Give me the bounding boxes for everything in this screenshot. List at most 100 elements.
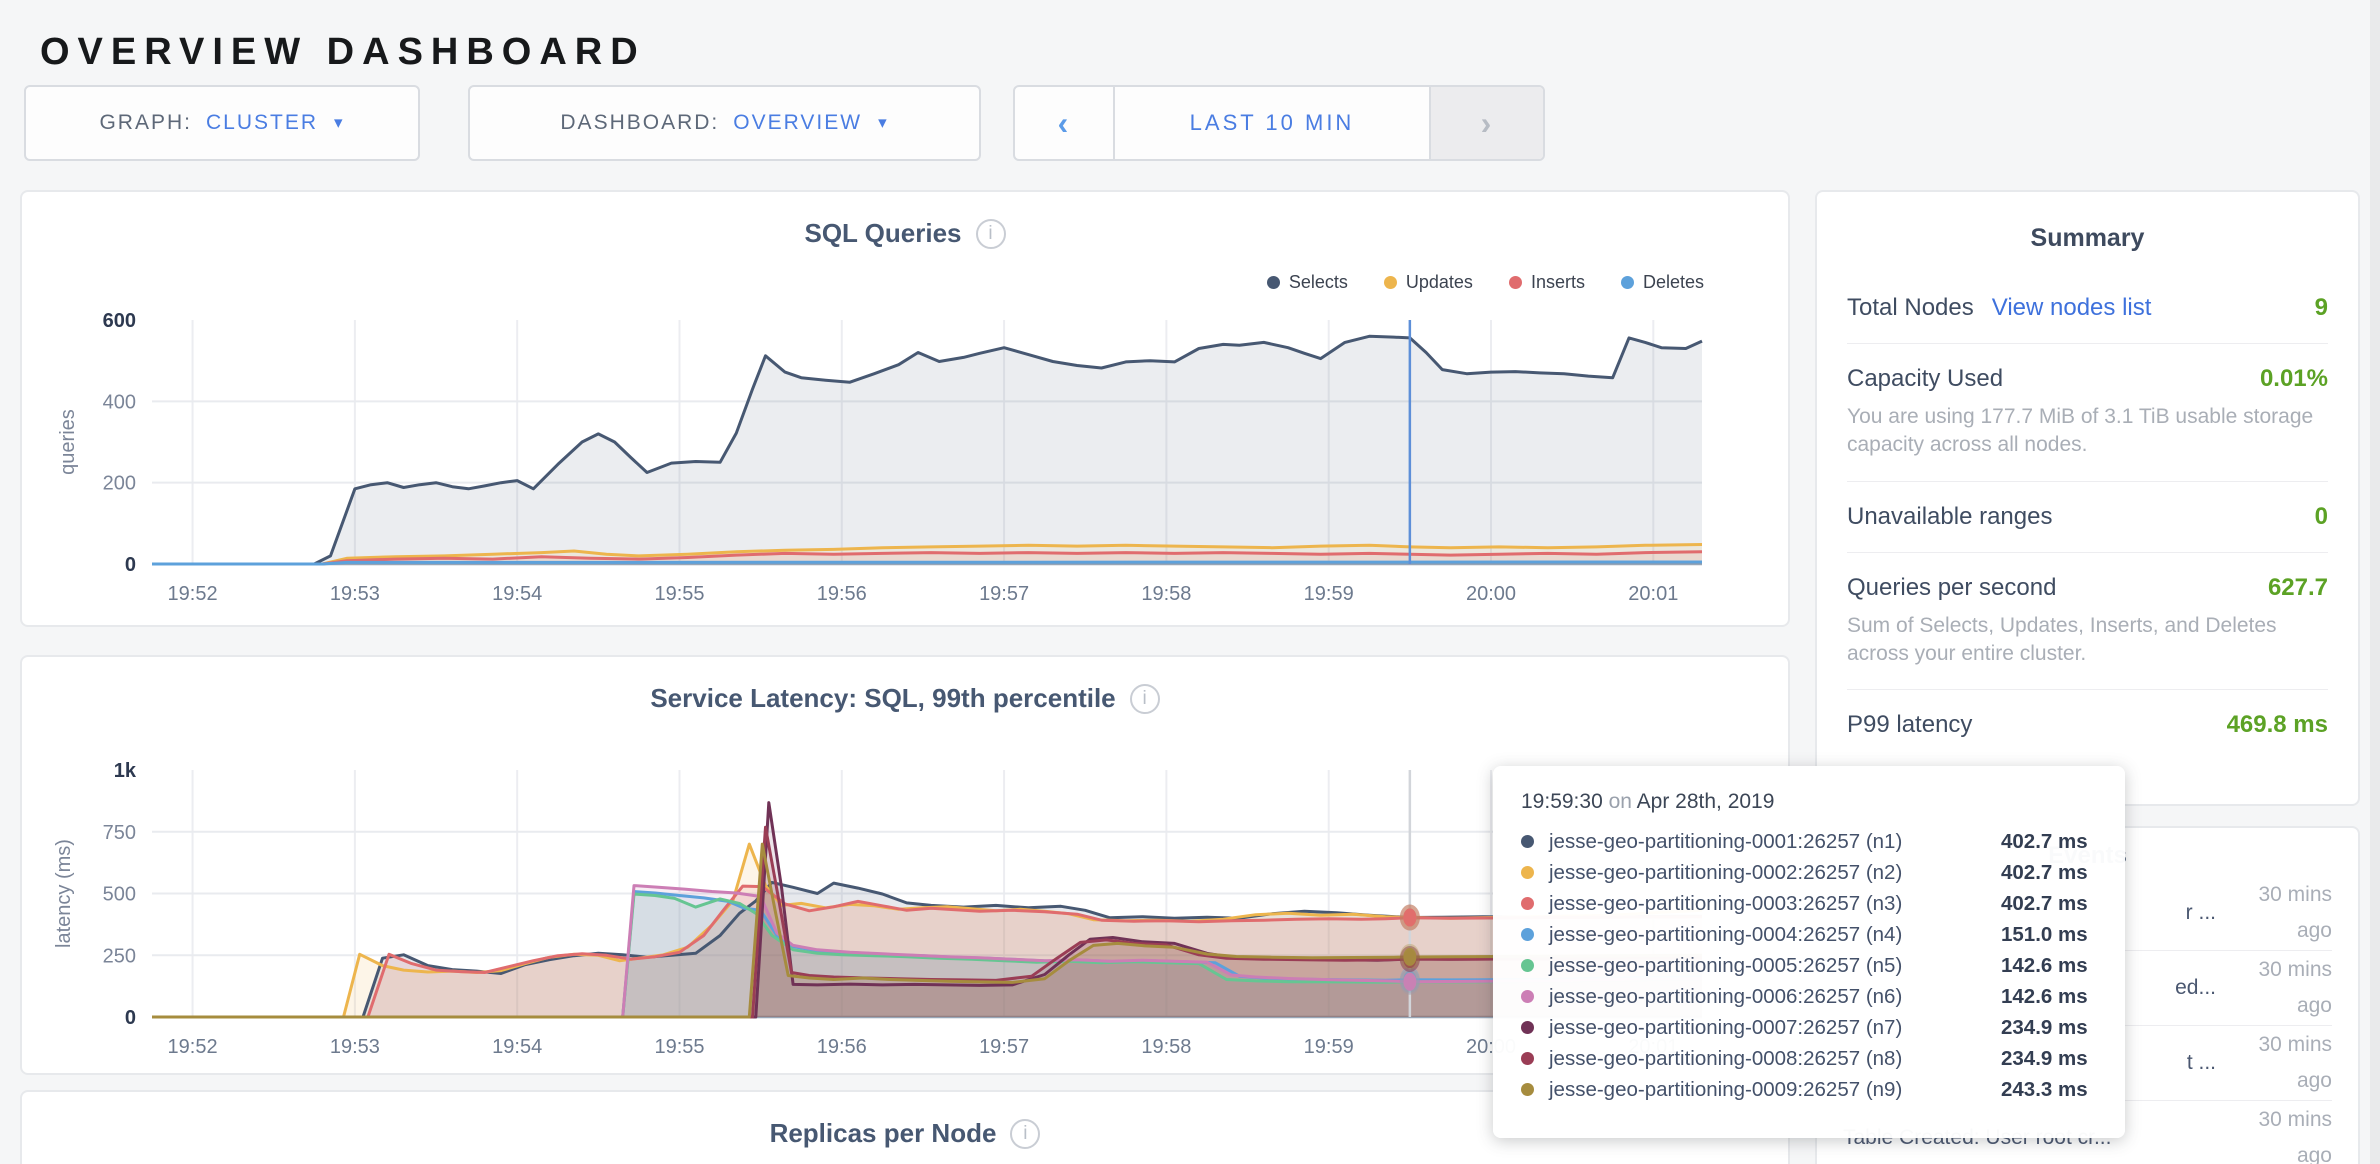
tooltip-node-name: jesse-geo-partitioning-0007:26257 (n7) xyxy=(1549,1016,2001,1040)
sql-queries-panel: SQL Queries i SelectsUpdatesInsertsDelet… xyxy=(20,190,1790,627)
x-tick-label: 19:54 xyxy=(492,583,542,605)
time-range-value[interactable]: LAST 10 MIN xyxy=(1115,87,1429,159)
tooltip-node-value: 234.9 ms xyxy=(2001,1047,2088,1071)
x-tick-label: 19:52 xyxy=(168,583,218,605)
summary-row: Unavailable ranges 0 xyxy=(1847,481,2328,552)
y-tick-label: 250 xyxy=(103,945,136,967)
dashboard-dropdown-label: DASHBOARD: xyxy=(560,111,719,135)
summary-value: 0 xyxy=(2315,503,2328,531)
summary-subtitle: Sum of Selects, Updates, Inserts, and De… xyxy=(1847,612,2328,669)
tooltip-node-value: 402.7 ms xyxy=(2001,830,2088,854)
node-color-dot-icon xyxy=(1521,1021,1534,1034)
tooltip-row: jesse-geo-partitioning-0007:26257 (n7)23… xyxy=(1521,1012,2097,1043)
node-color-dot-icon xyxy=(1521,990,1534,1003)
summary-label: P99 latency xyxy=(1847,711,1972,739)
chevron-right-icon: › xyxy=(1481,105,1494,142)
view-nodes-list-link[interactable]: View nodes list xyxy=(1992,294,2152,322)
x-tick-label: 19:59 xyxy=(1304,583,1354,605)
crosshair-dot xyxy=(1403,909,1416,927)
graph-dropdown-label: GRAPH: xyxy=(99,111,192,135)
y-tick-label: 0 xyxy=(125,1007,136,1029)
tooltip-row: jesse-geo-partitioning-0005:26257 (n5)14… xyxy=(1521,950,2097,981)
x-tick-label: 19:58 xyxy=(1141,583,1191,605)
summary-label: Total Nodes xyxy=(1847,294,1974,322)
tooltip-node-value: 234.9 ms xyxy=(2001,1016,2088,1040)
graph-dropdown[interactable]: GRAPH: CLUSTER ▾ xyxy=(24,85,420,161)
crosshair-dot xyxy=(1403,948,1416,966)
x-tick-label: 20:01 xyxy=(1628,583,1678,605)
x-tick-label: 20:00 xyxy=(1466,583,1516,605)
node-color-dot-icon xyxy=(1521,866,1534,879)
x-tick-label: 19:57 xyxy=(979,583,1029,605)
x-tick-label: 19:56 xyxy=(817,1036,867,1058)
y-tick-label: 600 xyxy=(103,310,136,332)
tooltip-node-name: jesse-geo-partitioning-0005:26257 (n5) xyxy=(1549,954,2001,978)
summary-label: Unavailable ranges xyxy=(1847,503,2052,531)
graph-dropdown-value: CLUSTER xyxy=(206,111,318,135)
chevron-left-icon: ‹ xyxy=(1058,105,1071,142)
tooltip-row: jesse-geo-partitioning-0001:26257 (n1)40… xyxy=(1521,826,2097,857)
summary-row-head: P99 latency 469.8 ms xyxy=(1847,711,2328,739)
summary-subtitle: You are using 177.7 MiB of 3.1 TiB usabl… xyxy=(1847,403,2328,460)
summary-row: P99 latency 469.8 ms xyxy=(1847,689,2328,760)
page-scrollbar[interactable] xyxy=(2370,0,2380,1164)
y-axis-label: latency (ms) xyxy=(53,839,75,948)
info-icon[interactable]: i xyxy=(1010,1119,1040,1149)
tooltip-node-value: 243.3 ms xyxy=(2001,1078,2088,1102)
summary-value: 0.01% xyxy=(2260,365,2328,393)
x-tick-label: 19:56 xyxy=(817,583,867,605)
chevron-down-icon: ▾ xyxy=(334,113,345,133)
node-color-dot-icon xyxy=(1521,959,1534,972)
tooltip-node-name: jesse-geo-partitioning-0001:26257 (n1) xyxy=(1549,830,2001,854)
replicas-per-node-title: Replicas per Node xyxy=(770,1118,997,1149)
x-tick-label: 19:55 xyxy=(654,583,704,605)
y-tick-label: 750 xyxy=(103,822,136,844)
node-color-dot-icon xyxy=(1521,897,1534,910)
summary-row: Capacity Used 0.01% You are using 177.7 Mi… xyxy=(1847,343,2328,481)
tooltip-node-value: 151.0 ms xyxy=(2001,923,2088,947)
x-tick-label: 19:54 xyxy=(492,1036,542,1058)
summary-panel: Summary Total Nodes View nodes list 9 Capac… xyxy=(1815,190,2360,806)
x-tick-label: 19:53 xyxy=(330,583,380,605)
x-tick-label: 19:55 xyxy=(654,1036,704,1058)
tooltip-node-name: jesse-geo-partitioning-0008:26257 (n8) xyxy=(1549,1047,2001,1071)
summary-row: Total Nodes View nodes list 9 xyxy=(1847,273,2328,343)
event-timestamp: 30 mins ago xyxy=(2226,1102,2332,1164)
y-axis-label: queries xyxy=(57,409,79,475)
summary-row: Queries per second627.7Sum of Selects, U… xyxy=(1847,552,2328,690)
x-tick-label: 19:52 xyxy=(168,1036,218,1058)
node-color-dot-icon xyxy=(1521,928,1534,941)
tooltip-node-value: 142.6 ms xyxy=(2001,985,2088,1009)
summary-label: Capacity Used xyxy=(1847,365,2003,393)
event-timestamp: 30 mins ago xyxy=(2226,1027,2332,1099)
event-timestamp: 30 mins ago xyxy=(2226,952,2332,1024)
tooltip-row: jesse-geo-partitioning-0004:26257 (n4)15… xyxy=(1521,919,2097,950)
time-range-next-button-disabled[interactable]: › xyxy=(1429,87,1543,159)
node-color-dot-icon xyxy=(1521,835,1534,848)
summary-title: Summary xyxy=(1847,192,2328,273)
chevron-down-icon: ▾ xyxy=(878,113,889,133)
tooltip-node-name: jesse-geo-partitioning-0002:26257 (n2) xyxy=(1549,861,2001,885)
tooltip-timestamp: 19:59:30 on Apr 28th, 2019 xyxy=(1521,790,2097,814)
page-title: OVERVIEW DASHBOARD xyxy=(40,31,646,74)
time-range-prev-button[interactable]: ‹ xyxy=(1015,87,1115,159)
summary-value: 469.8 ms xyxy=(2227,711,2328,739)
tooltip-node-value: 402.7 ms xyxy=(2001,861,2088,885)
summary-value: 9 xyxy=(2315,294,2328,322)
event-timestamp: 30 mins ago xyxy=(2226,877,2332,949)
tooltip-row: jesse-geo-partitioning-0002:26257 (n2)40… xyxy=(1521,857,2097,888)
summary-label: Queries per second xyxy=(1847,574,2056,602)
dashboard-dropdown[interactable]: DASHBOARD: OVERVIEW ▾ xyxy=(468,85,981,161)
tooltip-row: jesse-geo-partitioning-0009:26257 (n9)24… xyxy=(1521,1074,2097,1105)
tooltip-row: jesse-geo-partitioning-0008:26257 (n8)23… xyxy=(1521,1043,2097,1074)
x-tick-label: 19:53 xyxy=(330,1036,380,1058)
summary-row-head: Capacity Used 0.01% xyxy=(1847,365,2328,393)
tooltip-node-value: 142.6 ms xyxy=(2001,954,2088,978)
x-tick-label: 19:57 xyxy=(979,1036,1029,1058)
summary-row-head: Unavailable ranges 0 xyxy=(1847,503,2328,531)
sql-queries-chart[interactable]: 19:52 19:53 19:54 19:55 19:56 19:57 19:58 19:59… xyxy=(22,192,1792,629)
tooltip-row: jesse-geo-partitioning-0006:26257 (n6)14… xyxy=(1521,981,2097,1012)
node-color-dot-icon xyxy=(1521,1083,1534,1096)
dashboard-dropdown-value: OVERVIEW xyxy=(733,111,862,135)
y-tick-label: 200 xyxy=(103,473,136,495)
